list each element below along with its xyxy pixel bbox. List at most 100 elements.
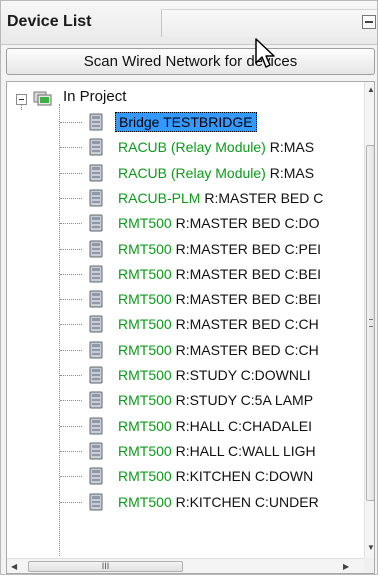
- device-location: R:MAS: [265, 165, 315, 181]
- device-location: R:STUDY C:5A LAMP: [171, 392, 314, 408]
- device-type: RMT500: [118, 468, 172, 484]
- device-label[interactable]: RMT500 R:MASTER BED C:CH: [118, 313, 319, 335]
- device-type: RMT500: [118, 316, 172, 332]
- device-location: R:MASTER BED C:CH: [171, 342, 319, 358]
- device-tree-row[interactable]: RMT500 R:HALL C:CHADALEI: [7, 415, 364, 437]
- panel-tab-strip: [161, 9, 377, 37]
- collapse-icon[interactable]: [16, 94, 27, 105]
- device-type: RMT500: [118, 342, 172, 358]
- device-type: RACUB (Relay Module): [118, 139, 266, 155]
- device-label[interactable]: RACUB (Relay Module) R:MAS: [118, 162, 314, 184]
- device-location: R:MASTER BED C: [200, 190, 324, 206]
- tree-connector: [60, 476, 82, 477]
- vertical-scroll-thumb[interactable]: [366, 145, 374, 501]
- tree-connector: [60, 324, 82, 325]
- tree-connector: [60, 122, 82, 123]
- device-tree[interactable]: In Project Bridge TESTBRIDGE RACUB (Relay…: [6, 81, 375, 574]
- tree-connector: [60, 375, 82, 376]
- device-label[interactable]: RMT500 R:MASTER BED C:PEI: [118, 238, 321, 260]
- device-tree-row[interactable]: RMT500 R:MASTER BED C:CH: [7, 313, 364, 335]
- project-folder-icon: [33, 91, 52, 106]
- device-label[interactable]: RMT500 R:STUDY C:DOWNLI: [118, 364, 311, 386]
- device-tree-row[interactable]: RMT500 R:MASTER BED C:BEI: [7, 263, 364, 285]
- tree-connector: [60, 451, 82, 452]
- tree-connector: [60, 223, 82, 224]
- device-location: R:HALL C:WALL LIGH: [171, 443, 316, 459]
- tree-connector: [60, 502, 82, 503]
- device-tree-row[interactable]: RMT500 R:HALL C:WALL LIGH: [7, 440, 364, 462]
- device-location: R:HALL C:CHADALEI: [171, 418, 312, 434]
- device-location: R:KITCHEN C:DOWN: [171, 468, 314, 484]
- device-module-icon: [89, 265, 103, 283]
- scroll-down-arrow-icon[interactable]: ▼: [367, 544, 374, 552]
- device-type: RMT500: [118, 241, 172, 257]
- device-tree-row[interactable]: RMT500 R:MASTER BED C:CH: [7, 339, 364, 361]
- device-label[interactable]: RMT500 R:HALL C:CHADALEI: [118, 415, 312, 437]
- device-label[interactable]: RMT500 R:MASTER BED C:CH: [118, 339, 319, 361]
- device-tree-row[interactable]: RMT500 R:STUDY C:DOWNLI: [7, 364, 364, 386]
- device-label[interactable]: RMT500 R:KITCHEN C:DOWN: [118, 465, 313, 487]
- scan-network-button[interactable]: Scan Wired Network for devices: [6, 48, 375, 75]
- device-tree-row[interactable]: RMT500 R:KITCHEN C:UNDER: [7, 491, 364, 513]
- scroll-up-arrow-icon[interactable]: ▲: [367, 86, 374, 94]
- device-type: RACUB (Relay Module): [118, 165, 266, 181]
- device-label[interactable]: RMT500 R:MASTER BED C:BEI: [118, 263, 321, 285]
- device-module-icon: [89, 214, 103, 232]
- device-location: R:MASTER BED C:CH: [171, 316, 319, 332]
- device-module-icon: [89, 290, 103, 308]
- device-tree-row[interactable]: RACUB (Relay Module) R:MAS: [7, 162, 364, 184]
- device-list-panel: Device List Scan Wired Network for devic…: [0, 0, 378, 575]
- vertical-scrollbar[interactable]: ▲ ▼: [364, 82, 374, 558]
- device-label[interactable]: RMT500 R:KITCHEN C:UNDER: [118, 491, 319, 513]
- device-location: R:MASTER BED C:BEI: [171, 266, 322, 282]
- device-label[interactable]: RACUB (Relay Module) R:MAS: [118, 136, 314, 158]
- tree-connector: [60, 147, 82, 148]
- tree-root-label: In Project: [63, 88, 127, 105]
- tree-connector: [60, 350, 82, 351]
- device-tree-row[interactable]: RMT500 R:MASTER BED C:BEI: [7, 288, 364, 310]
- device-module-icon: [89, 240, 103, 258]
- device-location: R:MASTER BED C:BEI: [171, 291, 322, 307]
- device-label[interactable]: RMT500 R:STUDY C:5A LAMP: [118, 389, 313, 411]
- device-tree-row[interactable]: RACUB (Relay Module) R:MAS: [7, 136, 364, 158]
- panel-title: Device List: [7, 13, 92, 30]
- tree-root-row[interactable]: In Project: [7, 86, 364, 108]
- tree-connector: [60, 274, 82, 275]
- device-module-icon: [89, 315, 103, 333]
- device-location: R:MASTER BED C:DO: [171, 215, 320, 231]
- device-type: RMT500: [118, 418, 172, 434]
- device-tree-row[interactable]: RMT500 R:STUDY C:5A LAMP: [7, 389, 364, 411]
- device-tree-row[interactable]: Bridge TESTBRIDGE: [7, 111, 364, 133]
- scroll-right-arrow-icon[interactable]: ▶: [343, 562, 349, 571]
- device-module-icon: [89, 164, 103, 182]
- device-tree-row[interactable]: RACUB-PLM R:MASTER BED C: [7, 187, 364, 209]
- horizontal-scrollbar[interactable]: ◀ III ▶: [7, 558, 364, 573]
- device-location: R:MASTER BED C:PEI: [171, 241, 322, 257]
- device-module-icon: [89, 189, 103, 207]
- device-location: R:STUDY C:DOWNLI: [171, 367, 311, 383]
- panel-header: Device List: [1, 1, 377, 45]
- selected-device-label[interactable]: Bridge TESTBRIDGE: [115, 112, 257, 132]
- device-label[interactable]: RMT500 R:MASTER BED C:BEI: [118, 288, 321, 310]
- tree-connector: [60, 198, 82, 199]
- device-location: R:KITCHEN C:UNDER: [171, 494, 319, 510]
- device-type: RMT500: [118, 215, 172, 231]
- minimize-icon[interactable]: [362, 15, 376, 29]
- device-type: RMT500: [118, 367, 172, 383]
- device-label[interactable]: RMT500 R:MASTER BED C:DO: [118, 212, 319, 234]
- device-tree-row[interactable]: RMT500 R:KITCHEN C:DOWN: [7, 465, 364, 487]
- tree-connector: [60, 299, 82, 300]
- scroll-grip-icon: [369, 319, 373, 327]
- device-label[interactable]: RACUB-PLM R:MASTER BED C: [118, 187, 323, 209]
- scroll-left-arrow-icon[interactable]: ◀: [11, 562, 17, 571]
- device-type: RMT500: [118, 392, 172, 408]
- tree-connector: [60, 173, 82, 174]
- device-tree-row[interactable]: RMT500 R:MASTER BED C:DO: [7, 212, 364, 234]
- device-module-icon: [89, 341, 103, 359]
- horizontal-scroll-thumb[interactable]: III: [28, 561, 183, 572]
- device-label[interactable]: RMT500 R:HALL C:WALL LIGH: [118, 440, 316, 462]
- device-type: RMT500: [118, 443, 172, 459]
- device-tree-row[interactable]: RMT500 R:MASTER BED C:PEI: [7, 238, 364, 260]
- device-type: RACUB-PLM: [118, 190, 201, 206]
- device-module-icon: [89, 442, 103, 460]
